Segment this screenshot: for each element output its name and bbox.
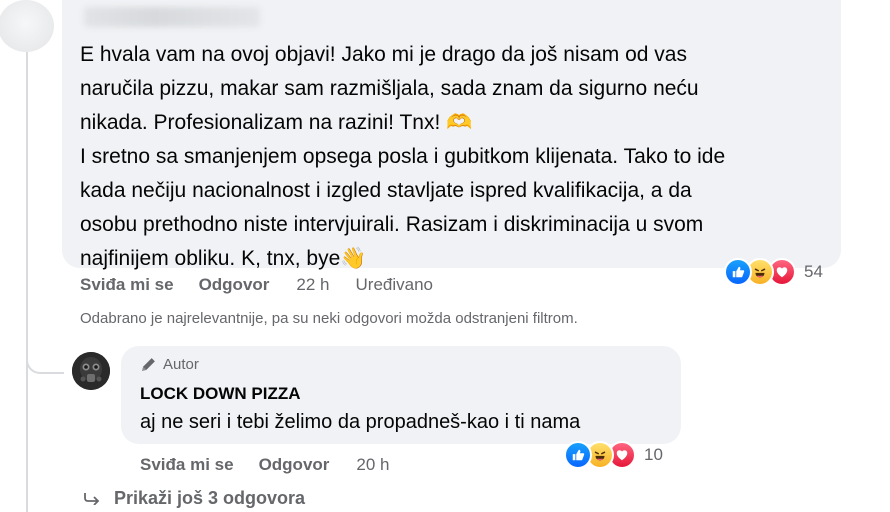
reaction-count: 10 <box>644 445 663 464</box>
reply-reactions[interactable]: 10 <box>564 441 663 469</box>
like-reaction-icon <box>724 258 752 286</box>
reaction-count: 54 <box>804 262 823 281</box>
reply-timestamp[interactable]: 20 h <box>356 455 389 475</box>
comment-reactions[interactable]: 54 <box>724 258 823 286</box>
reply-like-button[interactable]: Sviđa mi se <box>140 455 234 475</box>
reply-actions: Sviđa mi se Odgovor 20 h <box>140 455 390 475</box>
like-button[interactable]: Sviđa mi se <box>80 275 174 295</box>
more-replies-link[interactable]: Prikaži još 3 odgovora <box>84 488 305 509</box>
comment-timestamp[interactable]: 22 h <box>296 275 329 295</box>
reply-button[interactable]: Odgovor <box>199 275 270 295</box>
filter-note: Odabrano je najrelevantnije, pa su neki … <box>80 310 578 327</box>
pencil-icon <box>142 358 155 371</box>
reply-connector-line <box>26 300 64 374</box>
comment-text: E hvala vam na ovoj objavi! Jako mi je d… <box>80 43 726 270</box>
edited-label: Uređivano <box>355 275 434 294</box>
reply-text: aj ne seri i tebi želimo da propadneš-ka… <box>140 411 581 433</box>
like-reaction-icon <box>564 441 592 469</box>
commenter-name-blurred[interactable] <box>84 7 260 27</box>
thread-line <box>26 52 28 512</box>
commenter-avatar[interactable] <box>0 0 54 52</box>
gas-mask-logo-icon <box>72 352 110 390</box>
more-replies-label[interactable]: Prikaži još 3 odgovora <box>114 488 305 509</box>
author-badge-label: Autor <box>163 356 199 373</box>
reply-reply-button[interactable]: Odgovor <box>259 455 330 475</box>
comment-actions: Sviđa mi se Odgovor 22 h Uređivano <box>80 275 433 295</box>
author-badge: Autor <box>140 356 199 373</box>
reply-author-name[interactable]: LOCK DOWN PIZZA <box>140 384 301 404</box>
page-avatar[interactable] <box>72 352 110 390</box>
